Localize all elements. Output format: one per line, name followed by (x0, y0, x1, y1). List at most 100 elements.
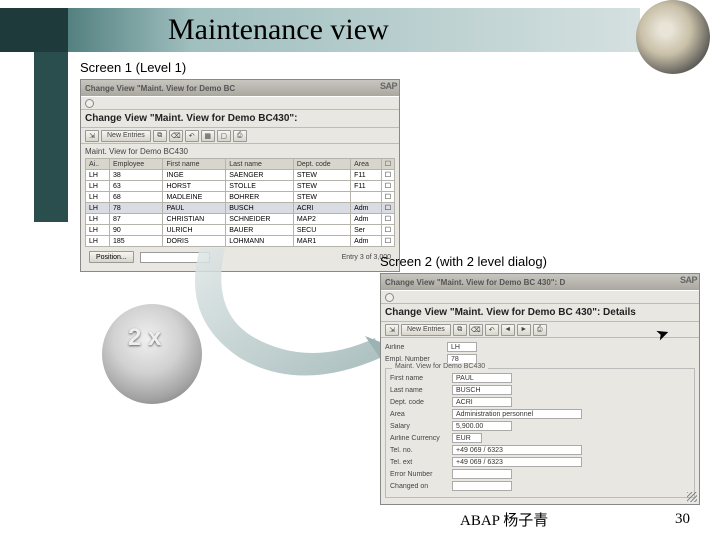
undo-icon[interactable]: ↶ (185, 130, 199, 142)
cell-emp: 38 (110, 170, 163, 181)
detail-row: Error Number (390, 468, 690, 480)
row-check[interactable]: ☐ (381, 192, 394, 203)
resize-grip-icon[interactable] (687, 492, 697, 502)
slide-title: Maintenance view (168, 13, 389, 47)
field-label: Error Number (390, 471, 452, 478)
mouse-graphic (102, 304, 202, 404)
cell-last: BOHRER (226, 192, 294, 203)
table-row[interactable]: LH90ULRICHBAUERSECUSer☐ (86, 225, 395, 236)
cell-first: INGE (163, 170, 226, 181)
row-check[interactable]: ☐ (381, 203, 394, 214)
cell-ai: LH (86, 225, 110, 236)
col-firstname: First name (163, 159, 226, 170)
table-row[interactable]: LH68MADLEINEBOHRERSTEW☐ (86, 192, 395, 203)
corner-photo (636, 0, 710, 74)
table-row[interactable]: LH38INGESAENGERSTEWF11☐ (86, 170, 395, 181)
select-all-icon[interactable]: ▦ (201, 130, 215, 142)
table-header-row: Ai.. Employee First name Last name Dept.… (86, 159, 395, 170)
toolbar-expand-icon[interactable]: ⇲ (385, 324, 399, 336)
row-check[interactable]: ☐ (381, 225, 394, 236)
ok-icon[interactable] (85, 99, 94, 108)
detail-row: Airline CurrencyEUR (390, 432, 690, 444)
cell-last: BAUER (226, 225, 294, 236)
screen1-table-label: Maint. View for Demo BC430 (85, 147, 395, 156)
detail-row: Tel. no.+49 069 / 6323 (390, 444, 690, 456)
field-value[interactable]: ACRI (452, 397, 512, 407)
undo-icon[interactable]: ↶ (485, 324, 499, 336)
cell-emp: 68 (110, 192, 163, 203)
field-value[interactable]: LH (447, 342, 477, 352)
cell-emp: 63 (110, 181, 163, 192)
field-value[interactable]: BUSCH (452, 385, 512, 395)
row-check[interactable]: ☐ (381, 181, 394, 192)
field-value[interactable] (452, 469, 512, 479)
cell-ai: LH (86, 236, 110, 247)
delete-icon[interactable]: ⌫ (169, 130, 183, 142)
side-accent-bar (34, 52, 68, 222)
cell-dept: SECU (293, 225, 350, 236)
print-icon[interactable]: ⎙ (233, 130, 247, 142)
header-left-block (0, 8, 68, 52)
double-click-badge: 2 x (98, 308, 218, 388)
sap-logo: SAP (380, 81, 397, 91)
screen1-table[interactable]: Ai.. Employee First name Last name Dept.… (85, 158, 395, 247)
screen2-subtitle: Change View "Maint. View for Demo BC 430… (381, 304, 699, 322)
sap-logo: SAP (680, 275, 697, 285)
copy-icon[interactable]: ⧉ (453, 324, 467, 336)
table-row[interactable]: LH63HORSTSTOLLESTEWF11☐ (86, 181, 395, 192)
cell-emp: 78 (110, 203, 163, 214)
cell-area: Ser (351, 225, 382, 236)
field-value[interactable]: PAUL (452, 373, 512, 383)
field-label: Area (390, 411, 452, 418)
toolbar-expand-icon[interactable]: ⇲ (85, 130, 99, 142)
cell-first: HORST (163, 181, 226, 192)
field-value[interactable] (452, 481, 512, 491)
copy-icon[interactable]: ⧉ (153, 130, 167, 142)
screen1-menu-row (81, 96, 399, 110)
ok-icon[interactable] (385, 293, 394, 302)
field-value[interactable]: EUR (452, 433, 482, 443)
screen2-container: Screen 2 (with 2 level dialog) Change Vi… (380, 254, 700, 505)
deselect-icon[interactable]: ▢ (217, 130, 231, 142)
print-icon[interactable]: ⎙ (533, 324, 547, 336)
field-value[interactable]: +49 069 / 6323 (452, 445, 582, 455)
field-value[interactable]: Administration personnel (452, 409, 582, 419)
field-label: Last name (390, 387, 452, 394)
new-entries-button[interactable]: New Entries (401, 324, 451, 336)
double-click-label: 2 x (128, 324, 161, 352)
cell-first: ULRICH (163, 225, 226, 236)
cell-last: SAENGER (226, 170, 294, 181)
delete-icon[interactable]: ⌫ (469, 324, 483, 336)
detail-group: Maint. View for Demo BC430 First namePAU… (385, 368, 695, 498)
cell-area: Adm (351, 214, 382, 225)
cell-ai: LH (86, 203, 110, 214)
footer-credit: ABAP 杨子青 (460, 509, 548, 530)
cell-ai: LH (86, 170, 110, 181)
prev-icon[interactable]: ◄ (501, 324, 515, 336)
slide-footer: ABAP 杨子青 30 (0, 509, 720, 530)
detail-row: AirlineLH (385, 341, 695, 353)
field-value[interactable]: +49 069 / 6323 (452, 457, 582, 467)
cell-first: CHRISTIAN (163, 214, 226, 225)
screen2-titlebar-text: Change View "Maint. View for Demo BC 430… (385, 278, 565, 287)
cell-last: SCHNEIDER (226, 214, 294, 225)
cell-emp: 185 (110, 236, 163, 247)
col-dept: Dept. code (293, 159, 350, 170)
table-row[interactable]: LH78PAULBUSCHACRIAdm☐ (86, 203, 395, 214)
table-row[interactable]: LH87CHRISTIANSCHNEIDERMAP2Adm☐ (86, 214, 395, 225)
cell-emp: 90 (110, 225, 163, 236)
row-check[interactable]: ☐ (381, 214, 394, 225)
detail-row: Last nameBUSCH (390, 384, 690, 396)
next-icon[interactable]: ► (517, 324, 531, 336)
field-value[interactable]: 5,900.00 (452, 421, 512, 431)
field-label: Airline Currency (390, 435, 452, 442)
col-employee: Employee (110, 159, 163, 170)
cell-emp: 87 (110, 214, 163, 225)
cell-dept: STEW (293, 192, 350, 203)
row-check[interactable]: ☐ (381, 170, 394, 181)
screen2-caption: Screen 2 (with 2 level dialog) (380, 254, 700, 269)
cell-ai: LH (86, 181, 110, 192)
field-label: Tel. ext (390, 459, 452, 466)
position-button[interactable]: Position... (89, 251, 134, 263)
new-entries-button[interactable]: New Entries (101, 130, 151, 142)
